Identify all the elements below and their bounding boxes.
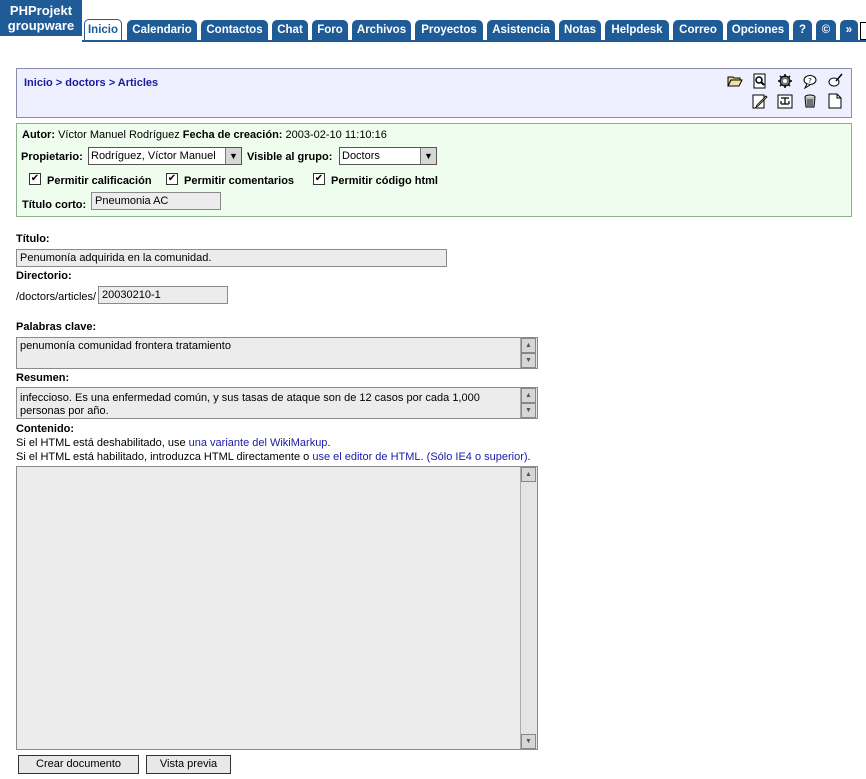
allow-rating-checkbox[interactable]: ✔ <box>29 173 41 185</box>
allow-rating-label: Permitir calificación <box>47 175 152 187</box>
hint-text: Si el HTML está deshabilitado, use <box>16 437 189 449</box>
breadcrumb-separator: > <box>55 77 63 89</box>
tab-help[interactable]: ? <box>793 20 812 40</box>
title-input[interactable]: Penumonía adquirida en la comunidad. <box>16 249 447 267</box>
summary-line: personas por año. <box>20 405 109 417</box>
author-row: Autor: Víctor Manuel Rodríguez Fecha de … <box>22 129 387 141</box>
keywords-text: penumonía comunidad frontera tratamiento <box>20 340 231 352</box>
tab-copyright[interactable]: © <box>816 20 836 40</box>
group-select[interactable]: Doctors ▼ <box>339 147 437 165</box>
tab-inicio[interactable]: Inicio <box>84 19 122 41</box>
scroll-up-icon[interactable]: ▲ <box>521 338 536 353</box>
tab-correo[interactable]: Correo <box>673 20 723 40</box>
created-value: 2003-02-10 11:10:16 <box>285 129 387 141</box>
content-hint-wiki: Si el HTML está deshabilitado, use una v… <box>16 437 331 449</box>
allow-html-checkbox[interactable]: ✔ <box>313 173 325 185</box>
group-select-value: Doctors <box>342 150 380 162</box>
folder-open-icon[interactable] <box>727 73 743 89</box>
short-title-label: Título corto: <box>22 199 87 211</box>
directory-label: Directorio: <box>16 270 72 282</box>
summary-textarea[interactable]: infeccioso. Es una enfermedad común, y s… <box>16 387 538 419</box>
tab-notas[interactable]: Notas <box>559 20 601 40</box>
preview-button[interactable]: Vista previa <box>146 755 231 774</box>
tab-asistencia[interactable]: Asistencia <box>487 20 555 40</box>
app-logo: PHProjekt groupware <box>0 0 82 36</box>
speech-bubble-icon[interactable]: ? <box>802 73 818 90</box>
allow-comments-label: Permitir comentarios <box>184 175 295 187</box>
create-document-button[interactable]: Crear documento <box>18 755 139 774</box>
breadcrumb: Inicio > doctors > Articles <box>24 77 158 89</box>
tab-calendario[interactable]: Calendario <box>127 20 197 40</box>
scroll-down-icon[interactable]: ▼ <box>521 403 536 418</box>
content-label: Contenido: <box>16 423 75 435</box>
directory-prefix: /doctors/articles/ <box>16 291 97 303</box>
wikimarkup-link[interactable]: una variante del WikiMarkup <box>189 437 328 449</box>
breadcrumb-separator: > <box>108 77 116 89</box>
author-label: Autor: <box>22 129 55 141</box>
content-hint-html: Si el HTML está habilitado, introduzca H… <box>16 451 531 463</box>
hint-text: . <box>327 437 331 449</box>
logo-line-1: PHProjekt <box>9 3 73 18</box>
svg-text:?: ? <box>808 77 812 85</box>
scroll-up-icon[interactable]: ▲ <box>521 467 536 482</box>
new-document-icon[interactable] <box>827 93 843 109</box>
owner-select-value: Rodríguez, Víctor Manuel <box>91 150 216 162</box>
tree-icon[interactable] <box>777 93 793 109</box>
allow-comments-checkbox[interactable]: ✔ <box>166 173 178 185</box>
content-textarea[interactable]: ▲ ▼ <box>16 466 538 750</box>
html-editor-link[interactable]: use el editor de HTML. (Sólo IE4 o super… <box>312 451 527 463</box>
keywords-scrollbar[interactable]: ▲ ▼ <box>520 338 537 368</box>
owner-select[interactable]: Rodríguez, Víctor Manuel ▼ <box>88 147 242 165</box>
content-scrollbar[interactable]: ▲ ▼ <box>520 467 537 749</box>
tab-underline <box>82 40 866 42</box>
summary-line: infeccioso. Es una enfermedad común, y s… <box>20 392 480 404</box>
tab-helpdesk[interactable]: Helpdesk <box>605 20 669 40</box>
cut-off-control <box>860 22 866 40</box>
trash-icon[interactable] <box>802 93 818 109</box>
tab-opciones[interactable]: Opciones <box>727 20 789 40</box>
hint-text: . <box>527 451 531 463</box>
tab-chat[interactable]: Chat <box>272 20 308 40</box>
allow-html-label: Permitir código html <box>331 175 438 187</box>
tab-foro[interactable]: Foro <box>312 20 348 40</box>
author-value: Víctor Manuel Rodríguez <box>58 129 180 141</box>
search-icon[interactable] <box>752 73 768 89</box>
keywords-label: Palabras clave: <box>16 321 97 333</box>
scroll-down-icon[interactable]: ▼ <box>521 353 536 368</box>
hint-text: Si el HTML está habilitado, introduzca H… <box>16 451 313 463</box>
edit-icon[interactable] <box>752 93 768 109</box>
breadcrumb-home[interactable]: Inicio <box>24 77 53 89</box>
keywords-textarea[interactable]: penumonía comunidad frontera tratamiento… <box>16 337 538 369</box>
summary-scrollbar[interactable]: ▲ ▼ <box>520 388 537 418</box>
scroll-up-icon[interactable]: ▲ <box>521 388 536 403</box>
logo-line-2: groupware <box>7 18 75 33</box>
title-label: Título: <box>16 233 50 245</box>
tab-archivos[interactable]: Archivos <box>352 20 411 40</box>
short-title-input[interactable]: Pneumonia AC <box>91 192 221 210</box>
quill-icon[interactable] <box>827 73 843 89</box>
breadcrumb-folder[interactable]: doctors <box>65 77 105 89</box>
chevron-down-icon: ▼ <box>225 148 241 164</box>
created-label: Fecha de creación: <box>182 129 283 141</box>
chevron-down-icon: ▼ <box>420 148 436 164</box>
tab-proyectos[interactable]: Proyectos <box>415 20 483 40</box>
tab-more[interactable]: » <box>840 20 858 40</box>
breadcrumb-current[interactable]: Articles <box>118 77 158 89</box>
gear-icon[interactable] <box>777 73 793 89</box>
directory-input[interactable]: 20030210-1 <box>98 286 228 304</box>
tab-contactos[interactable]: Contactos <box>201 20 268 40</box>
group-label: Visible al grupo: <box>247 151 333 163</box>
summary-label: Resumen: <box>16 372 70 384</box>
scroll-down-icon[interactable]: ▼ <box>521 734 536 749</box>
owner-label: Propietario: <box>21 151 83 163</box>
